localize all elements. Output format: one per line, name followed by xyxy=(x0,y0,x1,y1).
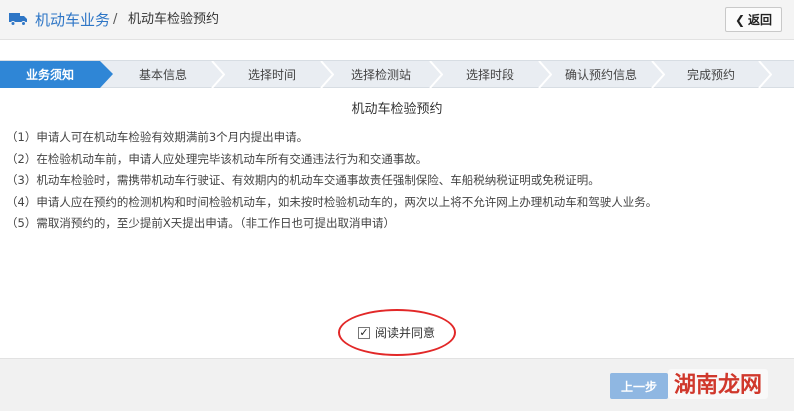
previous-step-button[interactable]: 上一步 xyxy=(610,373,668,399)
step-confirm-info[interactable]: 确认预约信息 xyxy=(549,61,653,88)
step-label: 基本信息 xyxy=(138,68,187,82)
step-select-station[interactable]: 选择检测站 xyxy=(331,61,431,88)
module-title[interactable]: 机动车业务 xyxy=(35,10,110,30)
step-label: 确认预约信息 xyxy=(564,68,637,82)
site-watermark-logo: 湖南龙网 xyxy=(668,369,768,399)
watermark-text: 湖南龙网 xyxy=(674,373,762,398)
agree-checkbox[interactable]: ✓ xyxy=(358,326,370,339)
step-select-period[interactable]: 选择时段 xyxy=(440,61,540,88)
list-item: （1）申请人可在机动车检验有效期满前3个月内提出申请。 xyxy=(6,130,309,144)
list-item: （2）在检验机动车前，申请人应处理完毕该机动车所有交通违法行为和交通事故。 xyxy=(6,151,428,166)
step-label: 选择检测站 xyxy=(350,68,411,82)
list-item: （5）需取消预约的，至少提前X天提出申请。（非工作日也可提出取消申请） xyxy=(6,216,395,230)
list-item: （3）机动车检验时，需携带机动车行驶证、有效期内的机动车交通事故责任强制保险、车… xyxy=(6,173,600,187)
page-title: 机动车检验预约 xyxy=(128,12,220,27)
step-label: 业务须知 xyxy=(25,68,74,82)
step-select-time[interactable]: 选择时间 xyxy=(222,61,322,88)
step-complete[interactable]: 完成预约 xyxy=(662,61,760,88)
back-button-label: 返回 xyxy=(748,13,773,27)
truck-icon xyxy=(9,13,27,26)
chevron-left-icon: ❮ xyxy=(734,12,746,27)
page-header: 机动车业务 / 机动车检验预约 ❮ 返回 xyxy=(0,0,794,40)
list-item: （4）申请人应在预约的检测机构和时间检验机动车，如未按时检验机动车的，两次以上将… xyxy=(6,194,658,209)
notice-title: 机动车检验预约 xyxy=(351,102,443,117)
step-basic-info[interactable]: 基本信息 xyxy=(113,61,213,88)
breadcrumb-separator: / xyxy=(113,12,118,27)
notice-rules-list: （1）申请人可在机动车检验有效期满前3个月内提出申请。 （2）在检验机动车前，申… xyxy=(6,127,786,235)
step-divider xyxy=(758,61,772,88)
step-label: 完成预约 xyxy=(686,68,735,82)
step-business-notice[interactable]: 业务须知 xyxy=(0,61,113,88)
agree-label: 阅读并同意 xyxy=(375,326,436,340)
step-progress-bar: 业务须知 基本信息 选择时间 选择检测站 选择时段 确认预约信息 完成预约 xyxy=(0,60,794,88)
step-label: 选择时间 xyxy=(247,68,296,82)
back-button[interactable]: ❮ 返回 xyxy=(725,7,782,32)
step-label: 选择时段 xyxy=(465,68,514,82)
agree-checkbox-row[interactable]: ✓ 阅读并同意 xyxy=(358,324,435,341)
previous-step-label: 上一步 xyxy=(620,379,657,394)
